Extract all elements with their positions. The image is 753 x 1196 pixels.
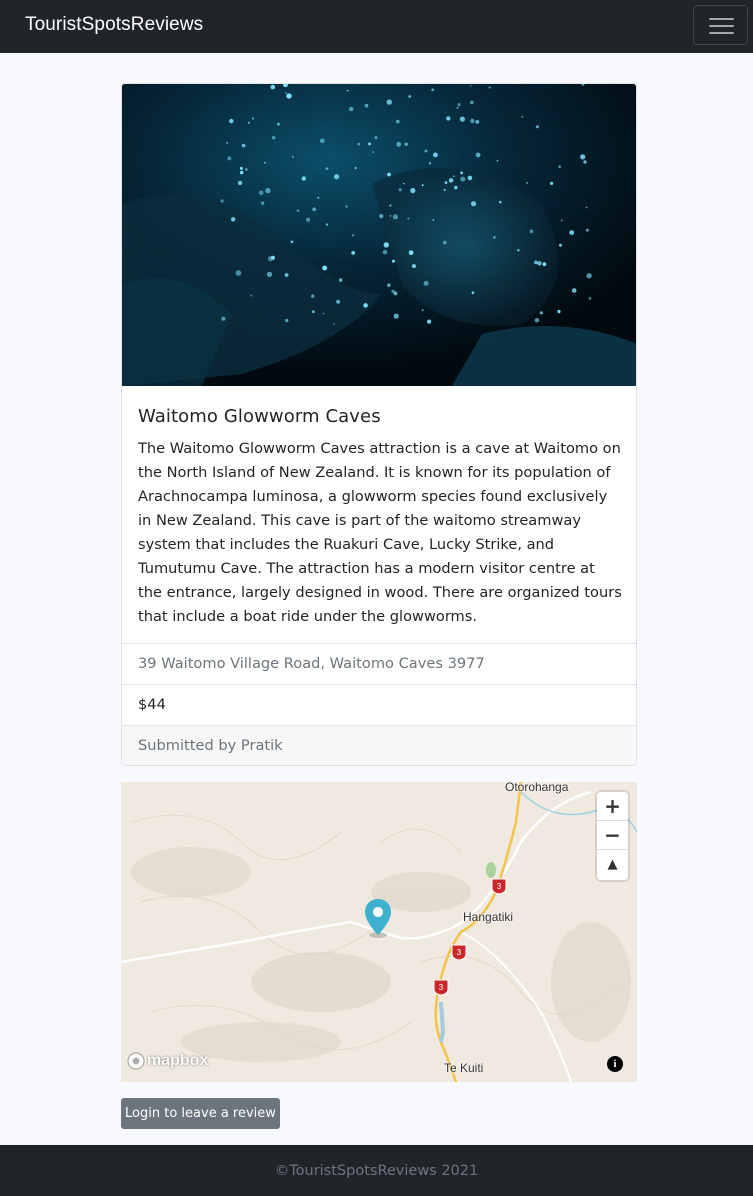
- zoom-out-button[interactable]: −: [597, 821, 628, 850]
- card-body: Waitomo Glowworm Caves The Waitomo Gloww…: [122, 386, 636, 644]
- hamburger-icon: [709, 18, 734, 20]
- route-shield-icon: 3: [491, 878, 507, 895]
- route-shield-icon: 3: [451, 944, 467, 961]
- route-shield-icon: 3: [433, 979, 449, 996]
- navbar-toggle-button[interactable]: [693, 5, 748, 45]
- svg-text:3: 3: [457, 948, 462, 957]
- spot-description: The Waitomo Glowworm Caves attraction is…: [138, 440, 622, 625]
- svg-text:3: 3: [439, 983, 444, 992]
- compass-button[interactable]: ▲: [597, 850, 628, 879]
- submitted-by: Submitted by Pratik: [122, 725, 636, 765]
- spot-price: $44: [122, 684, 636, 725]
- spot-title: Waitomo Glowworm Caves: [138, 406, 381, 427]
- map-label-otorohanga: Otorohanga: [505, 782, 569, 794]
- location-map[interactable]: Otorohanga Hangatiki Te Kuiti 3 3 3 + − …: [121, 782, 637, 1082]
- location-marker-icon[interactable]: [363, 897, 393, 939]
- map-attribution-info-button[interactable]: i: [607, 1056, 623, 1072]
- page-footer: ©TouristSpotsReviews 2021: [0, 1145, 753, 1196]
- svg-text:3: 3: [497, 882, 502, 891]
- spot-card: Waitomo Glowworm Caves The Waitomo Gloww…: [121, 83, 637, 766]
- zoom-in-button[interactable]: +: [597, 792, 628, 821]
- spot-image: [122, 84, 636, 386]
- compass-icon: ▲: [607, 857, 618, 872]
- brand-link[interactable]: TouristSpotsReviews: [25, 14, 203, 36]
- navbar: TouristSpotsReviews: [0, 0, 753, 53]
- login-to-review-button[interactable]: Login to leave a review: [121, 1098, 280, 1129]
- copyright-text: ©TouristSpotsReviews 2021: [274, 1163, 479, 1179]
- mapbox-logo[interactable]: mapbox: [127, 1052, 208, 1070]
- map-label-te-kuiti: Te Kuiti: [444, 1061, 484, 1075]
- mapbox-icon: [127, 1052, 145, 1070]
- spot-address: 39 Waitomo Village Road, Waitomo Caves 3…: [122, 643, 636, 684]
- map-zoom-controls: + − ▲: [597, 792, 628, 880]
- map-label-hangatiki: Hangatiki: [463, 910, 514, 924]
